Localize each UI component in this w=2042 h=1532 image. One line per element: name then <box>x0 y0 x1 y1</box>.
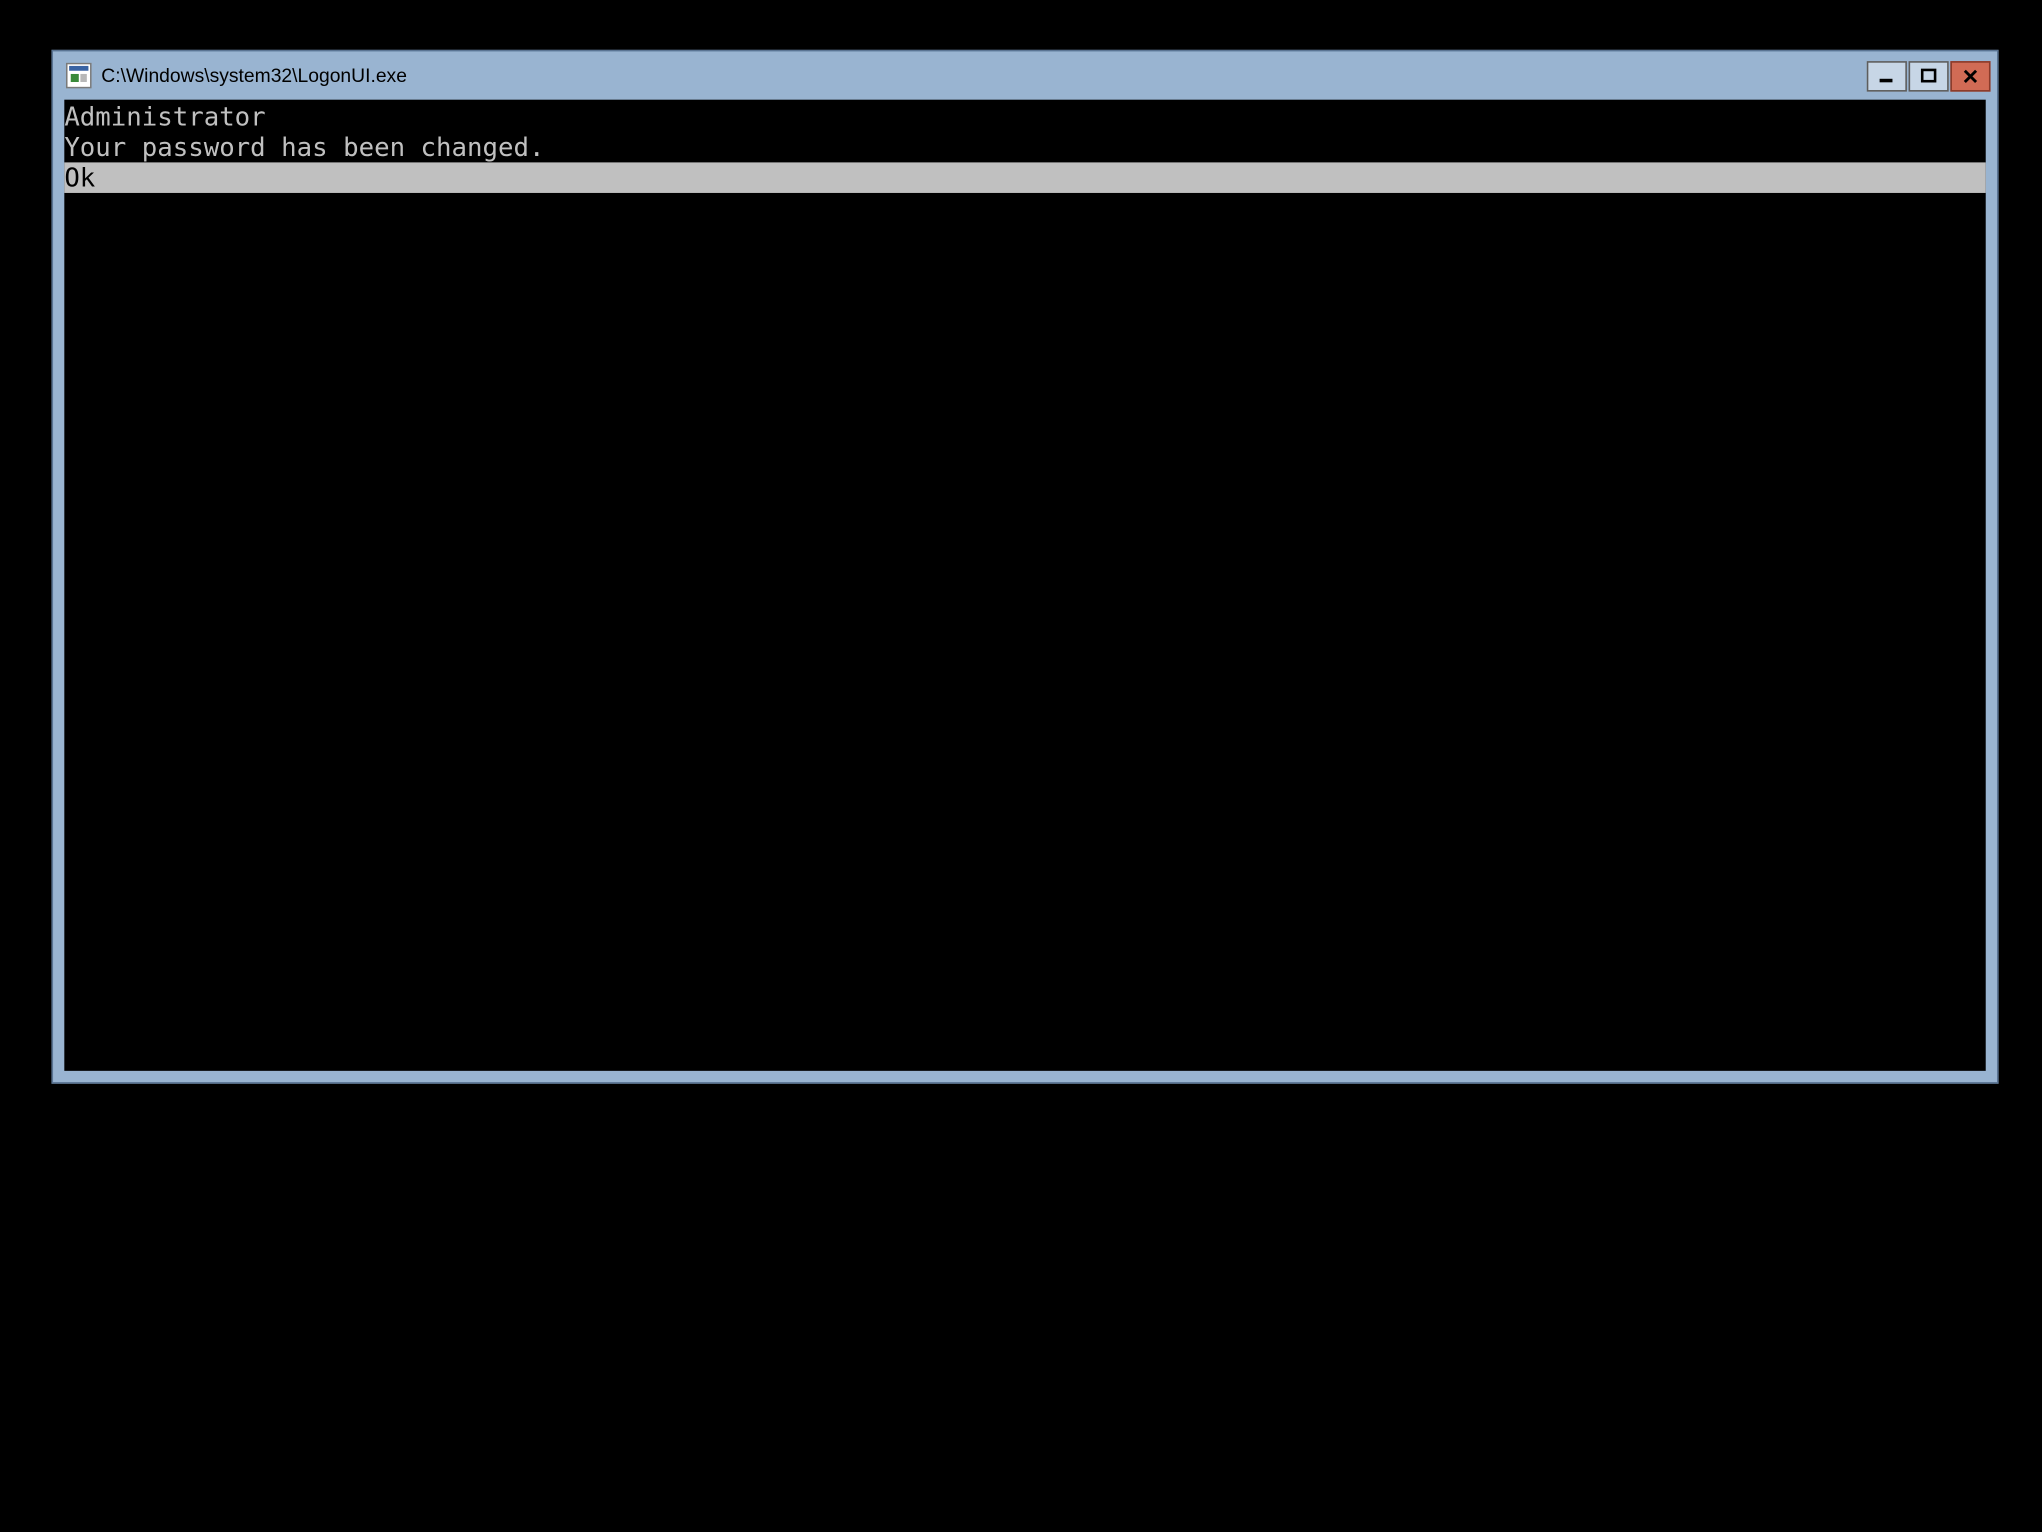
window-controls <box>1867 60 1991 91</box>
window-titlebar[interactable]: C:\Windows\system32\LogonUI.exe <box>53 51 1997 99</box>
window-title: C:\Windows\system32\LogonUI.exe <box>101 64 1866 87</box>
console-window: C:\Windows\system32\LogonUI.exe <box>51 50 1998 1084</box>
ok-button[interactable]: Ok <box>64 162 1985 193</box>
console-message-line: Your password has been changed. <box>64 132 1985 163</box>
console-client-area: Administrator Your password has been cha… <box>64 100 1985 1071</box>
desktop-viewport: C:\Windows\system32\LogonUI.exe <box>0 0 2042 1531</box>
minimize-button[interactable] <box>1867 60 1907 91</box>
close-button[interactable] <box>1950 60 1990 91</box>
console-user-line: Administrator <box>64 100 1985 132</box>
maximize-button[interactable] <box>1909 60 1949 91</box>
app-icon <box>66 63 92 89</box>
